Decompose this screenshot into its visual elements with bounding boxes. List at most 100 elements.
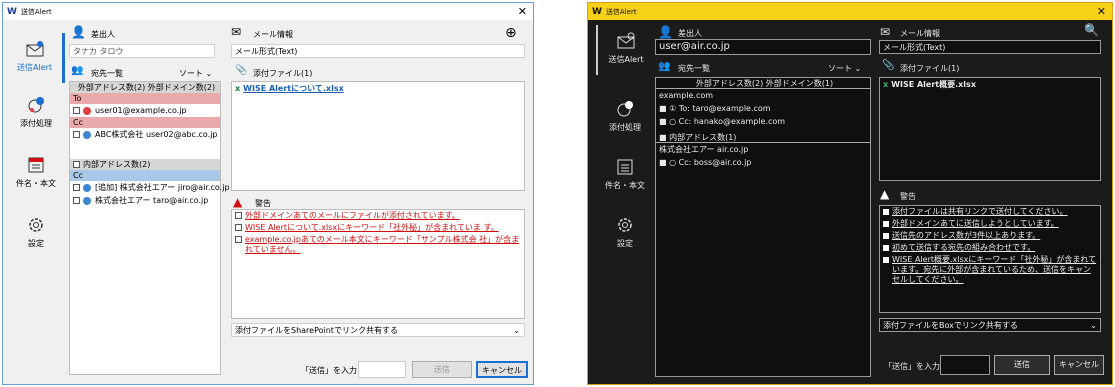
nav-label: 添付処理 (609, 123, 641, 132)
list-item[interactable]: ■ ① To: taro@example.com (656, 102, 870, 115)
attachment-list[interactable]: x WISE Alert概要.xlsx (879, 77, 1101, 181)
sort-button[interactable]: ソート ⌄ (828, 63, 861, 74)
share-option-select[interactable]: 添付ファイルをSharePointでリンク共有する ⌄ (231, 323, 525, 337)
mail-format-field: メール形式(Text) (879, 40, 1101, 54)
nav-label: 添付処理 (20, 119, 52, 128)
external-header: 外部アドレス数(2) 外部ドメイン数(1) (656, 78, 870, 89)
list-item[interactable]: user01@example.co.jp (70, 104, 220, 117)
warning-item[interactable]: 添付ファイルは共有リンクで送付してください。 (880, 206, 1100, 218)
list-item[interactable]: ■ ○ Cc: boss@air.co.jp (656, 156, 870, 169)
external-header: 外部アドレス数(2) 外部ドメイン数(2) (70, 82, 220, 93)
nav-attachment[interactable]: 添付処理 (596, 93, 654, 143)
mail-info-label: メール情報 (900, 29, 940, 38)
attachment-alert-icon (617, 101, 633, 117)
checkbox[interactable] (73, 107, 80, 114)
nav-send-alert[interactable]: 送信Alert (596, 25, 654, 75)
warning-item[interactable]: 初めて送信する宛先の組み合わせです。 (880, 242, 1100, 254)
recipients-label: 宛先一覧 (91, 69, 123, 78)
checkbox[interactable] (235, 212, 242, 219)
paperclip-icon: 📎 (882, 60, 895, 71)
title-bar: W 送信Alert ✕ (588, 3, 1112, 20)
zoom-icon[interactable]: ⊕ (505, 25, 517, 41)
nav-label: 件名・本文 (16, 179, 56, 188)
warning-item[interactable]: 外部ドメインあてのメールにファイルが添付されています。 (232, 210, 524, 222)
status-dot (83, 106, 91, 115)
share-option-select[interactable]: 添付ファイルをBoxでリンク共有する ⌄ (879, 318, 1101, 332)
paperclip-icon: 📎 (235, 65, 248, 76)
mail-info-label: メール情報 (253, 30, 293, 39)
nav-label: 設定 (28, 239, 44, 248)
gear-icon (618, 218, 632, 232)
nav-send-alert[interactable]: 送信Alert (7, 33, 65, 83)
checkbox[interactable] (73, 184, 80, 191)
close-icon[interactable]: ✕ (1097, 5, 1106, 18)
gear-icon (29, 218, 43, 232)
recipients-list[interactable]: 外部アドレス数(2) 外部ドメイン数(2) To user01@example.… (69, 81, 230, 375)
sender-field[interactable]: タナカ タロウ (69, 44, 215, 58)
light-window: W 送信Alert ✕ 送信Alert 添付処理 件名・本文 設定 👤 差出人 … (2, 2, 534, 385)
list-item[interactable]: 株式会社エアー taro@air.co.jp (70, 194, 220, 207)
checkbox[interactable] (235, 224, 242, 231)
list-item[interactable]: [追加] 株式会社エアー jiro@air.co.jp (70, 181, 230, 194)
checkbox[interactable] (73, 197, 80, 204)
warning-list: 添付ファイルは共有リンクで送付してください。 外部ドメインあてに送信しようとして… (879, 205, 1101, 313)
warning-item[interactable]: 外部ドメインあてに送信しようとしています。 (880, 218, 1100, 230)
warning-item[interactable]: example.co.jpあてのメール本文にキーワード「サンプル株式会 社」が含… (232, 234, 524, 256)
title-bar: W 送信Alert ✕ (3, 3, 533, 20)
cancel-button[interactable]: キャンセル (1054, 355, 1104, 375)
attachment-item[interactable]: x WISE Alert概要.xlsx (880, 78, 1100, 91)
status-dot (83, 183, 91, 192)
send-prompt-label: 「送信」を入力 (301, 366, 357, 375)
warning-item[interactable]: WISE Alertについて.xlsxにキーワード「社外秘」が含まれていま す。 (232, 222, 524, 234)
nav-subject-body[interactable]: 件名・本文 (596, 151, 654, 201)
mail-format-field: メール形式(Text) (231, 44, 525, 58)
sender-label: 差出人 (91, 30, 115, 39)
nav-label: 送信Alert (16, 63, 53, 72)
domain-row: 株式会社エアー air.co.jp (659, 145, 749, 154)
mail-alert-icon (26, 41, 43, 57)
attachment-list[interactable]: x WISE Alertについて.xlsx (231, 81, 525, 191)
send-confirm-input[interactable] (358, 361, 406, 378)
nav-label: 設定 (617, 239, 633, 248)
attachment-item[interactable]: x WISE Alertについて.xlsx (232, 82, 524, 95)
sort-button[interactable]: ソート ⌄ (179, 68, 212, 79)
nav-settings[interactable]: 設定 (596, 209, 654, 259)
to-group: To (70, 93, 220, 104)
status-dot (83, 196, 91, 205)
nav-settings[interactable]: 設定 (7, 209, 65, 259)
recipients-list[interactable]: 外部アドレス数(2) 外部ドメイン数(1) example.com ■ ① To… (655, 77, 871, 377)
mail-info-icon: ✉ (880, 25, 891, 39)
list-item[interactable]: ABC株式会社 user02@abc.co.jp (70, 128, 220, 141)
attach-label: 添付ファイル(1) (900, 64, 960, 73)
nav-attachment[interactable]: 添付処理 (7, 89, 65, 139)
search-icon[interactable]: 🔍 (1084, 23, 1099, 37)
domain-row: example.com (659, 91, 714, 100)
person-icon: 👤 (71, 25, 86, 39)
checkbox[interactable] (73, 161, 80, 168)
send-prompt-label: 「送信」を入力 (884, 362, 940, 371)
close-icon[interactable]: ✕ (518, 5, 527, 18)
warning-item[interactable]: 送信先のアドレス数が3件以上あります。 (880, 230, 1100, 242)
dark-window: W 送信Alert ✕ 送信Alert 添付処理 件名・本文 設定 👤 差出人 … (587, 2, 1113, 385)
people-icon: 👥 (71, 65, 84, 76)
recipients-label: 宛先一覧 (678, 64, 710, 73)
warning-list: 外部ドメインあてのメールにファイルが添付されています。 WISE Alertにつ… (231, 209, 525, 319)
window-title: 送信Alert (605, 7, 637, 16)
warning-icon: ▲ (233, 195, 243, 209)
status-dot (83, 130, 91, 139)
send-confirm-input[interactable] (940, 355, 990, 375)
warning-icon: ▲ (880, 187, 890, 201)
nav-subject-body[interactable]: 件名・本文 (7, 149, 65, 199)
checkbox[interactable] (235, 236, 242, 243)
list-item[interactable]: ■ ○ Cc: hanako@example.com (656, 115, 870, 128)
warning-label: 警告 (255, 199, 271, 208)
warning-label: 警告 (900, 192, 916, 201)
cancel-button[interactable]: キャンセル (476, 361, 528, 378)
warning-item[interactable]: WISE Alert概要.xlsxにキーワード「社外秘」が含まれています。宛先に… (880, 254, 1100, 286)
person-icon: 👤 (658, 25, 673, 39)
checkbox[interactable] (73, 131, 80, 138)
sender-field[interactable]: user@air.co.jp (655, 39, 871, 55)
send-button[interactable]: 送信 (994, 355, 1050, 375)
send-button[interactable]: 送信 (412, 361, 472, 378)
cc-group: Cc (70, 117, 220, 128)
